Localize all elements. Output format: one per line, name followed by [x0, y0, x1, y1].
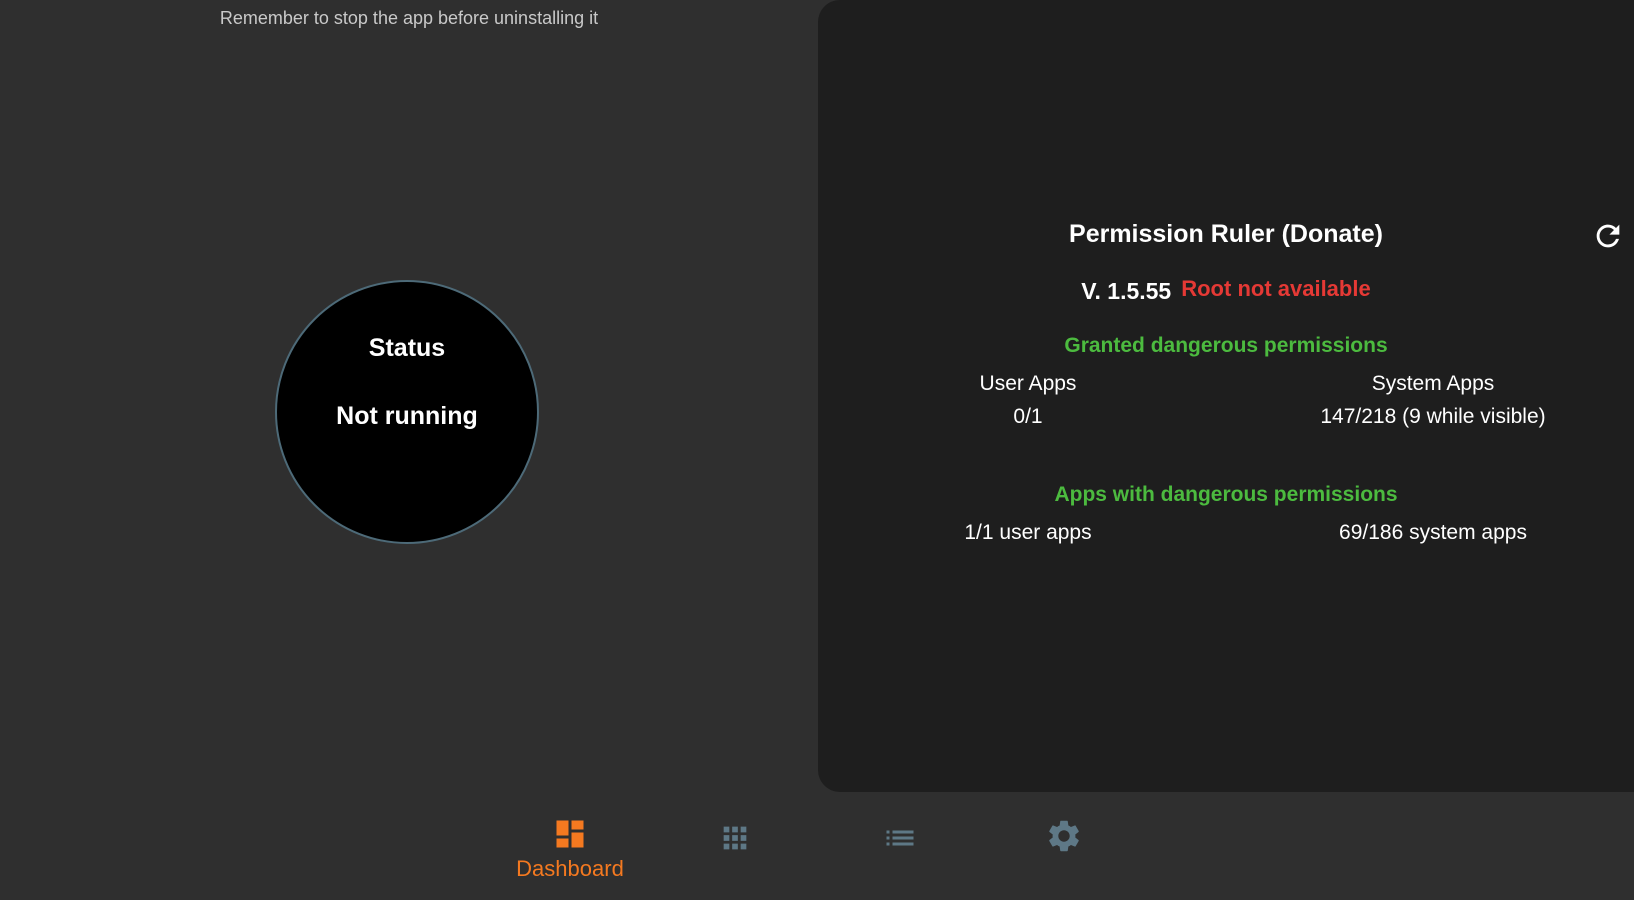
user-apps-label: User Apps	[979, 372, 1077, 395]
status-pane: Remember to stop the app before uninstal…	[0, 0, 818, 792]
list-icon	[880, 818, 920, 858]
bottom-navigation: Dashboard	[0, 792, 1634, 900]
system-apps-label: System Apps	[1371, 372, 1495, 395]
refresh-icon	[1596, 224, 1620, 248]
version-label: V. 1.5.55	[1081, 278, 1172, 304]
status-value: Not running	[336, 402, 478, 430]
root-status: Root not available	[1181, 276, 1371, 301]
status-title: Status	[368, 334, 446, 362]
apps-grid-icon	[715, 818, 755, 858]
dashboard-icon	[550, 814, 590, 854]
user-apps-granted-value: 0/1	[1013, 405, 1043, 428]
app-title[interactable]: Permission Ruler (Donate)	[818, 220, 1634, 249]
gear-icon	[1044, 816, 1084, 856]
system-apps-count: 69/186 system apps	[1339, 521, 1527, 544]
version-row: V. 1.5.55 Root not available	[818, 276, 1634, 305]
apps-section-title: Apps with dangerous permissions	[1054, 483, 1398, 506]
nav-list[interactable]	[825, 792, 975, 900]
nav-dashboard-label: Dashboard	[516, 856, 624, 881]
status-indicator[interactable]: Status Not running	[275, 280, 539, 544]
app-window: Remember to stop the app before uninstal…	[0, 0, 1634, 900]
system-apps-granted-value: 147/218 (9 while visible)	[1320, 405, 1546, 428]
info-card: Permission Ruler (Donate) V. 1.5.55 Root …	[818, 0, 1634, 792]
uninstall-hint: Remember to stop the app before uninstal…	[219, 8, 599, 28]
nav-settings[interactable]	[989, 792, 1139, 900]
nav-dashboard[interactable]: Dashboard	[495, 792, 645, 900]
refresh-button[interactable]	[1588, 216, 1628, 256]
user-apps-count: 1/1 user apps	[964, 521, 1092, 544]
nav-apps[interactable]	[660, 792, 810, 900]
granted-section-title: Granted dangerous permissions	[1064, 334, 1388, 357]
